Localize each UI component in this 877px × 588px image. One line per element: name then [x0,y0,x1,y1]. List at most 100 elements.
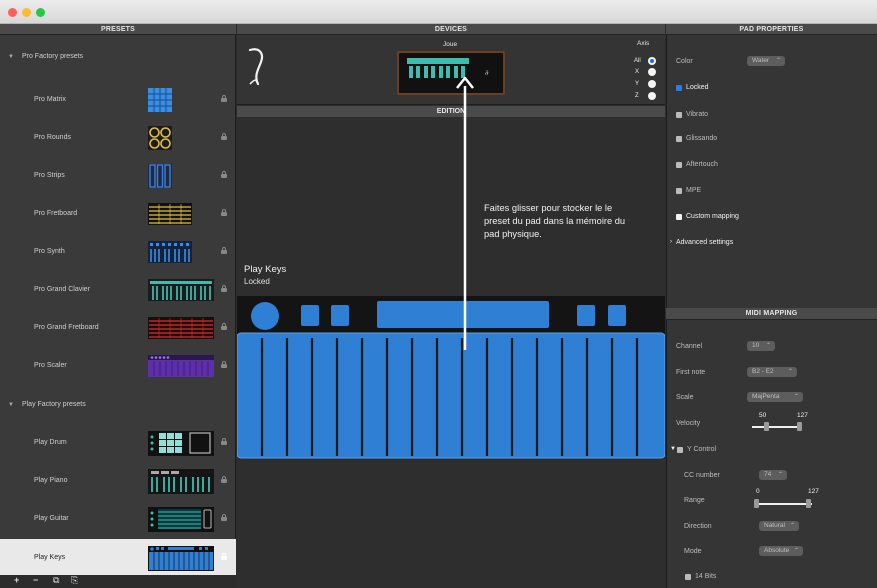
zoom-window-button[interactable] [36,8,45,17]
preset-status: Locked [244,277,270,286]
pro-strips-thumbnail [148,164,172,188]
close-window-button[interactable] [8,8,17,17]
scale-value: MajPenta [752,393,780,400]
locked-checkbox[interactable] [676,85,682,91]
velocity-range-slider[interactable] [752,426,802,428]
export-preset-button[interactable]: ⎘ [71,575,78,586]
preset-group-pro[interactable]: ▼ Pro Factory presets [8,53,83,60]
duplicate-preset-button[interactable]: ⧉ [53,575,59,586]
mode-value: Absolute [764,547,790,554]
devices-header: DEVICES [237,24,665,35]
range-min-handle[interactable] [754,499,759,508]
disclosure-triangle-icon[interactable]: ▼ [8,402,14,408]
play-keys-thumbnail [148,546,214,571]
mode-label: Mode [684,548,702,555]
y-control-checkbox[interactable] [677,447,683,453]
axis-y-radio[interactable] [648,80,656,88]
velocity-min-value: 50 [759,412,767,419]
14-bits-label: 14 Bits [695,573,717,580]
axis-y-label: Y [635,81,640,87]
first-note-select[interactable]: B2 - E2 ⌃ [747,367,797,377]
disclosure-triangle-icon[interactable]: ▼ [8,54,14,60]
pad-layout[interactable] [237,296,665,460]
preset-name: Pro Synth [34,248,65,255]
axis-x-radio[interactable] [648,68,656,76]
y-control-label: Y Control [687,446,717,453]
cc-number-label: CC number [684,472,720,479]
minimize-window-button[interactable] [22,8,31,17]
glissando-checkbox[interactable] [676,136,682,142]
pro-fretboard-thumbnail [148,203,192,225]
preset-item-pro-grand-clavier[interactable]: Pro Grand Clavier [0,271,236,309]
axis-all-radio[interactable] [648,57,656,65]
pro-matrix-thumbnail [148,88,172,112]
lock-icon [221,553,227,560]
disclosure-triangle-icon[interactable]: ▼ [670,446,676,452]
mode-select[interactable]: Absolute ⌃ [759,546,803,556]
preset-item-play-piano[interactable]: Play Piano [0,462,236,500]
drag-instruction: Faites glisser pour stocker le le preset… [484,203,626,239]
remove-preset-button[interactable]: − [33,575,38,585]
lock-icon [221,361,227,368]
device-thumbnail[interactable]: ∂ [397,49,505,97]
disclosure-triangle-icon[interactable]: › [670,239,672,245]
presets-header: PRESETS [0,24,236,35]
axis-z-label: Z [635,93,639,99]
mpe-checkbox[interactable] [676,188,682,194]
scale-select[interactable]: MajPenta ⌃ [747,392,803,402]
pro-scaler-thumbnail [148,355,214,377]
stepper-icon: ⌃ [787,369,793,375]
stepper-icon: ⌃ [775,58,781,64]
advanced-settings-toggle[interactable]: Advanced settings [676,239,733,246]
lock-icon [221,514,227,521]
preset-item-pro-fretboard[interactable]: Pro Fretboard [0,195,236,233]
preset-name: Play Drum [34,439,67,446]
preset-item-play-keys[interactable]: Play Keys [0,539,236,577]
vibrato-checkbox[interactable] [676,112,682,118]
channel-select[interactable]: 10 ⌃ [747,341,775,351]
channel-value: 10 [752,342,760,349]
group-label: Play Factory presets [21,401,86,408]
range-label: Range [684,497,705,504]
direction-select[interactable]: Natural ⌃ [759,521,799,531]
scale-label: Scale [676,394,694,401]
stepper-icon: ⌃ [793,394,799,400]
device-name: Joue [443,41,458,48]
channel-label: Channel [676,343,703,350]
velocity-max-handle[interactable] [797,422,802,431]
range-slider[interactable] [756,503,812,505]
preset-item-pro-matrix[interactable]: Pro Matrix [0,81,236,119]
color-value: Water [752,57,770,64]
custom-mapping-label: Custom mapping [686,213,739,220]
add-preset-button[interactable]: + [14,575,19,585]
pad-small-button [301,305,319,326]
color-label: Color [676,58,693,65]
lock-icon [221,323,227,330]
preset-item-play-drum[interactable]: Play Drum [0,424,236,462]
preset-item-pro-grand-fretboard[interactable]: Pro Grand Fretboard [0,309,236,347]
preset-item-pro-rounds[interactable]: Pro Rounds [0,119,236,157]
range-max-handle[interactable] [806,499,811,508]
preset-name: Play Piano [34,477,68,484]
direction-label: Direction [684,523,712,530]
preset-name: Pro Fretboard [34,210,78,217]
preset-group-play[interactable]: ▼ Play Factory presets [8,401,86,408]
preset-name: Pro Strips [34,172,65,179]
pad-properties-header: PAD PROPERTIES [666,24,877,35]
preset-name: Pro Grand Fretboard [34,324,99,331]
preset-item-pro-synth[interactable]: Pro Synth [0,233,236,271]
axis-z-radio[interactable] [648,92,656,100]
velocity-min-handle[interactable] [764,422,769,431]
lock-icon [221,247,227,254]
aftertouch-checkbox[interactable] [676,162,682,168]
color-select[interactable]: Water ⌃ [747,56,785,66]
pad-round-button [251,302,279,330]
preset-item-pro-scaler[interactable]: Pro Scaler [0,347,236,385]
preset-item-pro-strips[interactable]: Pro Strips [0,157,236,195]
pad-small-button [577,305,595,326]
14-bits-checkbox[interactable] [685,574,691,580]
cc-number-select[interactable]: 74 ⌃ [759,470,787,480]
lock-icon [221,95,227,102]
custom-mapping-checkbox[interactable] [676,214,682,220]
preset-item-play-guitar[interactable]: Play Guitar [0,500,236,538]
